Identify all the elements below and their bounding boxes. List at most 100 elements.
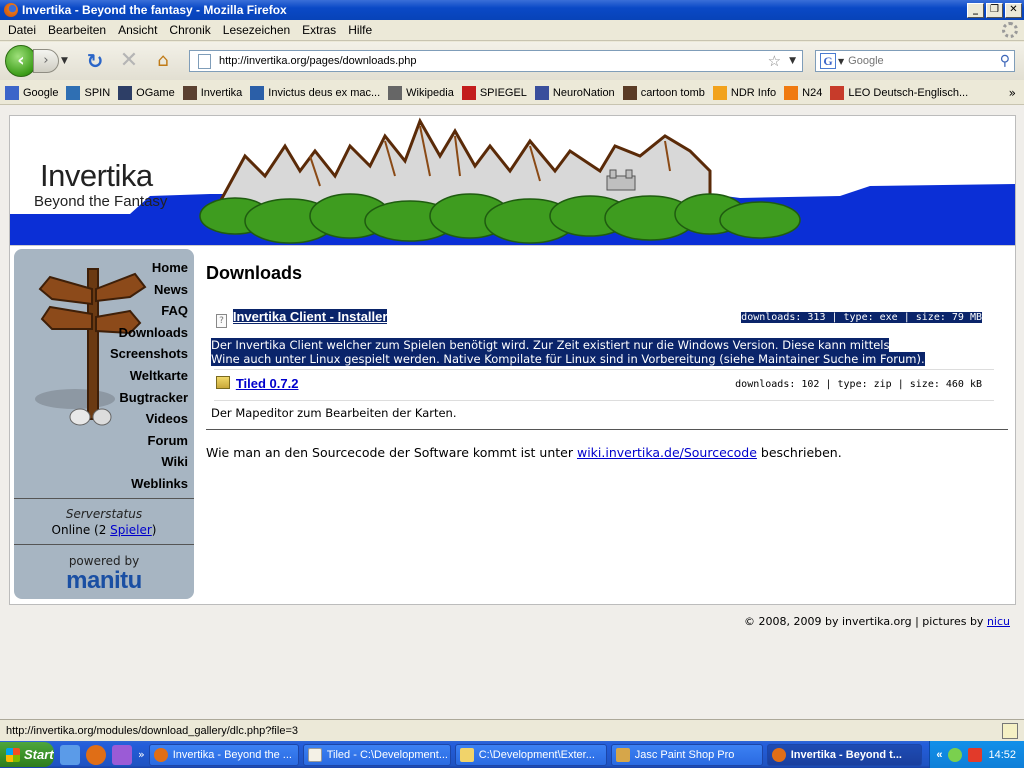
- engine-dropdown-icon[interactable]: ▼: [838, 57, 844, 66]
- nav-downloads[interactable]: Downloads: [110, 322, 188, 344]
- tray-antivirus-icon[interactable]: [968, 747, 983, 762]
- stop-icon[interactable]: ✕: [117, 49, 141, 73]
- tray-clock[interactable]: 14:52: [988, 749, 1016, 761]
- site-footer: © 2008, 2009 by invertika.org | pictures…: [744, 615, 1010, 628]
- nav-weblinks[interactable]: Weblinks: [110, 473, 188, 495]
- footer-nicu-link[interactable]: nicu: [987, 615, 1010, 628]
- quicklaunch-firefox-icon[interactable]: [86, 744, 106, 765]
- bookmark-item[interactable]: Wikipedia: [388, 85, 454, 100]
- bookmark-label: SPIN: [84, 86, 111, 99]
- file-icon: ?: [216, 314, 227, 328]
- download-description-line: Der Invertika Client welcher zum Spielen…: [211, 338, 890, 352]
- bookmark-item[interactable]: OGame: [118, 85, 175, 100]
- url-input[interactable]: [219, 55, 768, 67]
- site-nav: Home News FAQ Downloads Screenshots Welt…: [110, 257, 188, 495]
- serverstatus-prefix: Online (2: [51, 523, 111, 537]
- task-button[interactable]: Jasc Paint Shop Pro: [610, 743, 763, 766]
- manitu-logo[interactable]: manitu: [14, 567, 194, 595]
- minimize-button[interactable]: _: [967, 2, 984, 18]
- task-button[interactable]: Invertika - Beyond the ...: [148, 743, 299, 766]
- quicklaunch-app-icon[interactable]: [112, 744, 132, 765]
- bookmark-favicon-icon: [712, 85, 727, 100]
- nav-faq[interactable]: FAQ: [110, 300, 188, 322]
- status-bar: http://invertika.org/modules/download_ga…: [0, 719, 1024, 741]
- task-button-active[interactable]: Invertika - Beyond t...: [766, 743, 922, 766]
- search-box[interactable]: G ▼ ⚲: [815, 50, 1015, 72]
- bookmark-star-icon[interactable]: ☆: [768, 52, 781, 70]
- reload-icon[interactable]: ↻: [83, 49, 107, 73]
- bookmark-label: N24: [802, 86, 823, 99]
- bookmark-item[interactable]: Invertika: [182, 85, 242, 100]
- bookmark-item[interactable]: SPIN: [66, 85, 111, 100]
- bookmark-item[interactable]: Google: [5, 85, 58, 100]
- start-button[interactable]: Start: [0, 742, 54, 767]
- footer-text: © 2008, 2009 by invertika.org | pictures…: [743, 615, 987, 628]
- nav-home[interactable]: Home: [110, 257, 188, 279]
- bookmark-item[interactable]: SPIEGEL: [461, 85, 527, 100]
- nav-forum[interactable]: Forum: [110, 430, 188, 452]
- paintshop-icon: [615, 747, 630, 762]
- site-logo-title: Invertika: [40, 158, 153, 193]
- bookmark-item[interactable]: LEO Deutsch-Englisch...: [830, 85, 968, 100]
- download-description: Der Invertika Client welcher zum Spielen…: [211, 338, 1001, 366]
- close-button[interactable]: ✕: [1005, 2, 1022, 18]
- url-bar[interactable]: ☆ ▼: [189, 50, 803, 72]
- status-addon-icon[interactable]: [1002, 722, 1018, 739]
- tray-expand-icon[interactable]: «: [936, 749, 942, 761]
- nav-wiki[interactable]: Wiki: [110, 451, 188, 473]
- tiled-icon: [307, 747, 322, 762]
- forward-button[interactable]: ›: [33, 49, 59, 73]
- site-sidebar: Home News FAQ Downloads Screenshots Welt…: [14, 249, 194, 599]
- task-button[interactable]: C:\Development\Exter...: [454, 743, 607, 766]
- google-engine-icon[interactable]: G: [820, 53, 836, 69]
- bookmark-favicon-icon: [182, 85, 197, 100]
- search-icon[interactable]: ⚲: [1000, 53, 1010, 69]
- menu-chronik[interactable]: Chronik: [163, 23, 216, 37]
- sidebar-divider: [14, 544, 194, 545]
- search-input[interactable]: [848, 55, 1000, 67]
- nav-videos[interactable]: Videos: [110, 408, 188, 430]
- bookmark-favicon-icon: [66, 85, 81, 100]
- download-title-link[interactable]: Tiled 0.7.2: [236, 376, 299, 391]
- home-icon[interactable]: ⌂: [151, 49, 175, 73]
- menu-datei[interactable]: Datei: [2, 23, 42, 37]
- menu-lesezeichen[interactable]: Lesezeichen: [217, 23, 296, 37]
- navigation-toolbar: ‹ › ▼ ↻ ✕ ⌂ ☆ ▼ G ▼ ⚲: [0, 42, 1024, 80]
- bookmark-favicon-icon: [784, 85, 799, 100]
- serverstatus-players-link[interactable]: Spieler: [110, 523, 152, 537]
- sourcecode-suffix: beschrieben.: [756, 445, 842, 460]
- nav-news[interactable]: News: [110, 279, 188, 301]
- download-meta: downloads: 102 | type: zip | size: 460 k…: [735, 379, 982, 390]
- nav-bugtracker[interactable]: Bugtracker: [110, 387, 188, 409]
- bookmark-item[interactable]: NeuroNation: [534, 85, 615, 100]
- windows-logo-icon: [6, 747, 20, 762]
- bookmark-item[interactable]: NDR Info: [712, 85, 776, 100]
- window-titlebar[interactable]: Invertika - Beyond the fantasy - Mozilla…: [0, 0, 1024, 20]
- bookmarks-toolbar: Google SPIN OGame Invertika Invictus deus ex…: [0, 81, 1024, 105]
- bookmark-item[interactable]: N24: [784, 85, 823, 100]
- sourcecode-link[interactable]: wiki.invertika.de/Sourcecode: [577, 445, 757, 460]
- tray-network-icon[interactable]: [948, 747, 963, 762]
- maximize-button[interactable]: ❐: [986, 2, 1003, 18]
- history-dropdown-icon[interactable]: ▼: [61, 56, 73, 66]
- menu-ansicht[interactable]: Ansicht: [112, 23, 163, 37]
- bookmark-item[interactable]: Invictus deus ex mac...: [250, 85, 380, 100]
- task-button[interactable]: Tiled - C:\Development...: [302, 743, 451, 766]
- sourcecode-prefix: Wie man an den Sourcecode der Software k…: [206, 445, 577, 460]
- download-item: Tiled 0.7.2 downloads: 102 | type: zip |…: [216, 376, 986, 391]
- task-label: Jasc Paint Shop Pro: [634, 748, 735, 761]
- nav-weltkarte[interactable]: Weltkarte: [110, 365, 188, 387]
- quicklaunch-overflow-icon[interactable]: »: [138, 748, 145, 761]
- quicklaunch-ie-icon[interactable]: [60, 744, 80, 765]
- sourcecode-text: Wie man an den Sourcecode der Software k…: [206, 445, 842, 460]
- nav-screenshots[interactable]: Screenshots: [110, 343, 188, 365]
- bookmark-item[interactable]: cartoon tomb: [622, 85, 705, 100]
- menu-extras[interactable]: Extras: [296, 23, 342, 37]
- download-title-link[interactable]: Invertika Client - Installer: [232, 309, 388, 324]
- bookmarks-overflow-icon[interactable]: »: [1009, 86, 1016, 100]
- menu-bearbeiten[interactable]: Bearbeiten: [42, 23, 112, 37]
- url-dropdown-icon[interactable]: ▼: [789, 56, 796, 66]
- bookmark-label: NeuroNation: [552, 86, 615, 99]
- download-description: Der Mapeditor zum Bearbeiten der Karten.: [211, 406, 457, 420]
- menu-hilfe[interactable]: Hilfe: [342, 23, 378, 37]
